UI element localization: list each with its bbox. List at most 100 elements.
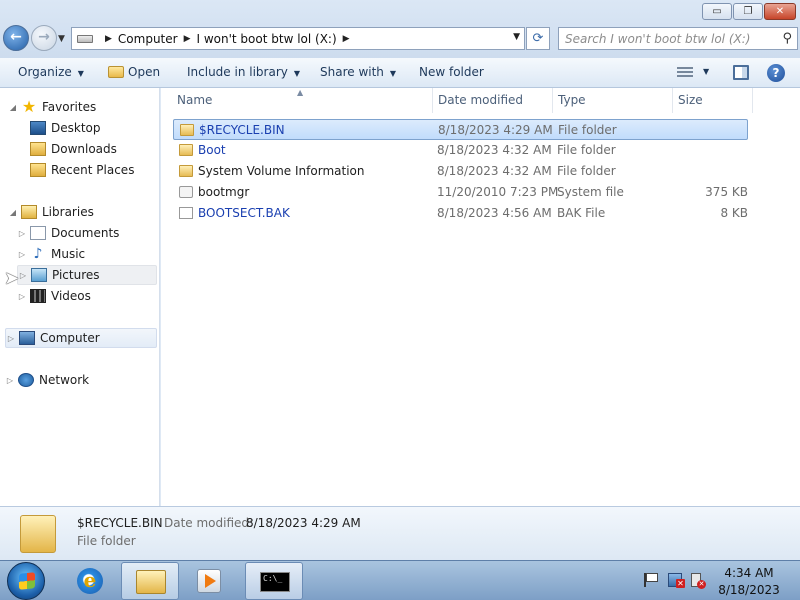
nav-documents[interactable]: ▷ Documents	[17, 223, 119, 243]
clock-date[interactable]: 8/18/2023	[700, 583, 798, 597]
back-button[interactable]: ←	[3, 25, 29, 51]
address-dropdown-icon[interactable]: ▼	[513, 32, 520, 42]
file-name: bootmgr	[198, 185, 250, 199]
include-in-library-label: Include in library	[187, 65, 288, 79]
star-icon: ★	[21, 97, 37, 116]
file-list: ▲ Name Date modified Type Size $RECYCLE.…	[161, 88, 800, 506]
nav-downloads[interactable]: Downloads	[17, 139, 117, 159]
include-in-library-button[interactable]: Include in library ▼	[187, 65, 300, 79]
help-icon[interactable]: ?	[767, 64, 785, 82]
music-icon: ♪	[33, 246, 43, 262]
navigation-pane: ◢ ★ Favorites Desktop Downloads Recent P…	[0, 88, 160, 506]
file-date-modified: 11/20/2010 7:23 PM	[437, 185, 559, 199]
command-prompt-icon: C:\_	[260, 572, 290, 592]
chevron-right-icon[interactable]: ▶	[105, 34, 112, 44]
share-with-button[interactable]: Share with ▼	[320, 65, 396, 79]
nav-videos-label: Videos	[51, 289, 91, 303]
collapse-triangle-icon[interactable]: ▷	[17, 229, 27, 238]
collapse-triangle-icon[interactable]: ▷	[6, 334, 16, 343]
command-bar: Organize ▼ Open Include in library ▼ Share…	[0, 58, 800, 88]
taskbar-windows-explorer[interactable]	[121, 562, 179, 600]
nav-network-label: Network	[39, 373, 90, 387]
refresh-button[interactable]: ⟳	[526, 27, 550, 50]
start-button[interactable]	[7, 562, 45, 600]
view-options-dropdown-icon[interactable]: ▼	[703, 67, 709, 76]
taskbar-command-prompt[interactable]: C:\_	[245, 562, 303, 600]
column-header-size[interactable]: Size	[673, 88, 753, 113]
breadcrumb-computer[interactable]: Computer	[118, 32, 178, 46]
collapse-triangle-icon[interactable]: ▷	[17, 292, 27, 301]
chevron-down-icon: ▼	[389, 69, 397, 78]
recent-pages-dropdown[interactable]: ▼	[58, 34, 65, 44]
search-box[interactable]: ⚲	[558, 27, 798, 50]
recent-places-icon	[30, 163, 46, 177]
taskbar-media-player[interactable]	[183, 562, 237, 600]
file-type: BAK File	[557, 206, 606, 220]
collapse-triangle-icon[interactable]: ▷	[5, 376, 15, 385]
folder-icon	[180, 124, 194, 136]
nav-videos[interactable]: ▷ Videos	[17, 286, 91, 306]
search-icon[interactable]: ⚲	[782, 31, 792, 46]
taskbar-internet-explorer[interactable]: e	[63, 562, 117, 600]
nav-favorites-label: Favorites	[42, 100, 97, 114]
expand-triangle-icon[interactable]: ◢	[8, 103, 18, 112]
file-name: $RECYCLE.BIN	[199, 123, 285, 137]
collapse-triangle-icon[interactable]: ▷	[17, 250, 27, 259]
nav-libraries[interactable]: ◢ Libraries	[8, 202, 94, 222]
nav-pictures[interactable]: ▷ Pictures	[17, 265, 157, 285]
file-type: System file	[557, 185, 624, 199]
chevron-right-icon[interactable]: ▶	[184, 34, 191, 44]
file-type: File folder	[558, 123, 617, 137]
folder-icon	[20, 515, 56, 553]
new-folder-label: New folder	[419, 65, 484, 79]
file-row[interactable]: $RECYCLE.BIN 8/18/2023 4:29 AM File folder	[173, 119, 748, 140]
nav-computer[interactable]: ▷ Computer	[5, 328, 157, 348]
column-header-name[interactable]: Name	[161, 88, 433, 113]
nav-computer-label: Computer	[40, 331, 100, 345]
address-bar[interactable]: ▶ Computer ▶ I won't boot btw lol (X:) ▶…	[71, 27, 525, 50]
file-date-modified: 8/18/2023 4:29 AM	[438, 123, 553, 137]
network-icon	[18, 373, 34, 387]
file-name: BOOTSECT.BAK	[198, 206, 290, 220]
search-input[interactable]	[565, 32, 775, 46]
file-row[interactable]: System Volume Information 8/18/2023 4:32 …	[173, 161, 748, 182]
explorer-folder-icon	[136, 570, 166, 594]
action-center-flag-icon[interactable]	[644, 573, 658, 587]
expand-triangle-icon[interactable]: ◢	[8, 208, 18, 217]
share-with-label: Share with	[320, 65, 384, 79]
nav-desktop[interactable]: Desktop	[17, 118, 101, 138]
file-row[interactable]: bootmgr 11/20/2010 7:23 PM System file 375 …	[173, 182, 748, 203]
system-file-icon	[179, 186, 193, 198]
nav-desktop-label: Desktop	[51, 121, 101, 135]
chevron-right-icon[interactable]: ▶	[343, 34, 350, 44]
file-date-modified: 8/18/2023 4:32 AM	[437, 143, 552, 157]
column-header-type[interactable]: Type	[553, 88, 673, 113]
preview-pane-icon[interactable]	[733, 65, 749, 80]
nav-favorites[interactable]: ◢ ★ Favorites	[8, 97, 96, 117]
file-row[interactable]: Boot 8/18/2023 4:32 AM File folder	[173, 140, 748, 161]
nav-recent-places[interactable]: Recent Places	[17, 160, 134, 180]
folder-icon	[179, 144, 193, 156]
nav-network[interactable]: ▷ Network	[5, 370, 89, 390]
file-row[interactable]: BOOTSECT.BAK 8/18/2023 4:56 AM BAK File 8 K…	[173, 203, 748, 224]
organize-button[interactable]: Organize ▼	[18, 65, 84, 79]
new-folder-button[interactable]: New folder	[419, 65, 484, 79]
details-pane: $RECYCLE.BIN Date modified: 8/18/2023 4:…	[0, 506, 800, 560]
clock-time[interactable]: 4:34 AM	[700, 566, 798, 580]
forward-button[interactable]: →	[31, 25, 57, 51]
collapse-triangle-icon[interactable]: ▷	[18, 271, 28, 280]
nav-music[interactable]: ▷ ♪ Music	[17, 244, 85, 264]
change-view-icon[interactable]	[677, 67, 693, 78]
nav-recent-places-label: Recent Places	[51, 163, 135, 177]
column-header-date-modified[interactable]: Date modified	[433, 88, 553, 113]
breadcrumb-drive[interactable]: I won't boot btw lol (X:)	[197, 32, 337, 46]
windows-logo-icon	[19, 572, 35, 590]
details-date-value: 8/18/2023 4:29 AM	[246, 516, 361, 530]
details-file-type: File folder	[77, 534, 136, 548]
open-button[interactable]: Open	[108, 65, 160, 79]
taskbar: e C:\_ ✕ ✕ 4:34 AM 8/18/2023	[0, 560, 800, 600]
file-size: 375 KB	[705, 185, 748, 199]
close-button[interactable]: ✕	[764, 3, 796, 20]
minimize-button[interactable]: ▭	[702, 3, 732, 20]
maximize-button[interactable]: ❐	[733, 3, 763, 20]
